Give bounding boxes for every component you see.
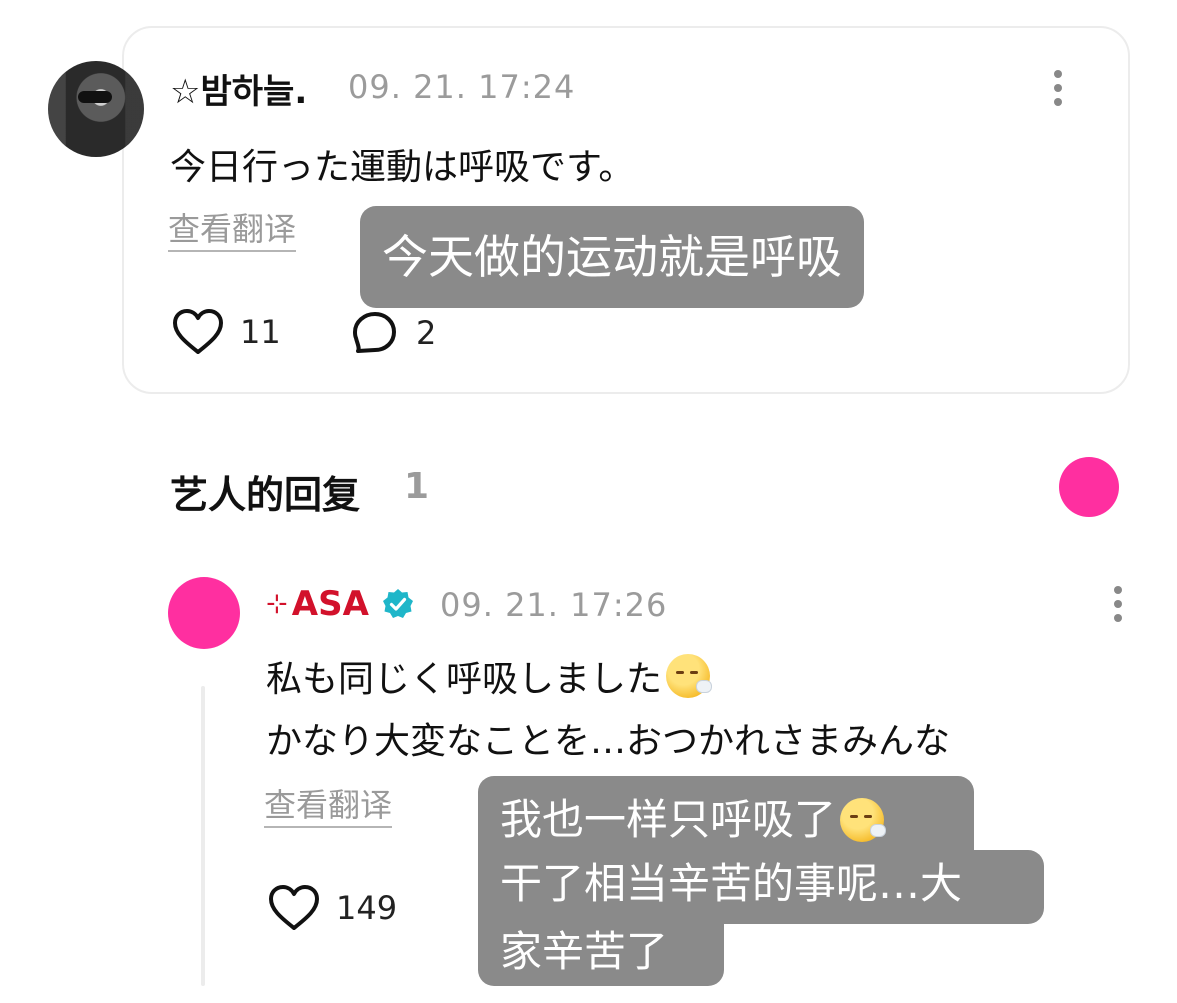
post-translate-link[interactable]: 查看翻译 [168, 210, 297, 252]
reply-timestamp: 09. 21. 17:26 [440, 586, 668, 624]
post-like-button[interactable]: 11 [172, 308, 281, 356]
verified-badge-icon [383, 589, 413, 618]
post-more-options-icon[interactable] [1048, 68, 1068, 108]
artist-name[interactable]: ⊹ ASA [266, 584, 369, 624]
reply-like-button[interactable]: 149 [268, 884, 397, 932]
reply-like-count: 149 [336, 889, 398, 927]
overlay-row-1: 我也一样只呼吸了 [478, 776, 974, 850]
speech-bubble-icon [353, 312, 396, 353]
overlay-line-2: 干了相当辛苦的事呢…大 [500, 859, 963, 908]
post-username[interactable]: ☆밤하늘. [170, 64, 307, 113]
overlay-row-2: 干了相当辛苦的事呢…大 [478, 850, 1044, 924]
post-comment-count: 2 [416, 314, 437, 352]
exhaling-face-emoji [840, 798, 887, 842]
overlay-row-3: 家辛苦了 [478, 924, 724, 986]
post-translation-overlay: 今天做的运动就是呼吸 [360, 206, 864, 308]
reply-text-line-1: 私も同じく呼吸しました [266, 650, 713, 702]
thread-line [201, 686, 205, 986]
overlay-line-1: 我也一样只呼吸了 [500, 795, 837, 844]
sparkle-glyph: ⊹ [266, 589, 288, 619]
post-text: 今日行った運動は呼吸です。 [170, 147, 635, 188]
heart-outline-icon [173, 309, 223, 354]
post-comment-button[interactable]: 2 [350, 310, 436, 356]
user-avatar[interactable] [48, 61, 144, 157]
reply-line-1-text: 私も同じく呼吸しました [266, 659, 663, 700]
post-like-count: 11 [240, 313, 281, 351]
heart-outline-icon [269, 885, 319, 930]
reply-more-options-icon[interactable] [1108, 584, 1128, 624]
reply-text-line-2: かなり大変なことを…おつかれさまみんな [266, 721, 951, 762]
overlay-line-3: 家辛苦了 [500, 927, 669, 976]
section-title: 艺人的回复 [170, 473, 361, 517]
exhaling-face-emoji [666, 654, 713, 698]
artist-avatar[interactable] [168, 577, 240, 649]
post-timestamp: 09. 21. 17:24 [348, 68, 576, 106]
profile-dot-icon[interactable] [1059, 457, 1119, 517]
artist-name-text: ASA [291, 584, 369, 624]
section-count: 1 [404, 466, 430, 507]
reply-translate-link[interactable]: 查看翻译 [264, 786, 393, 828]
